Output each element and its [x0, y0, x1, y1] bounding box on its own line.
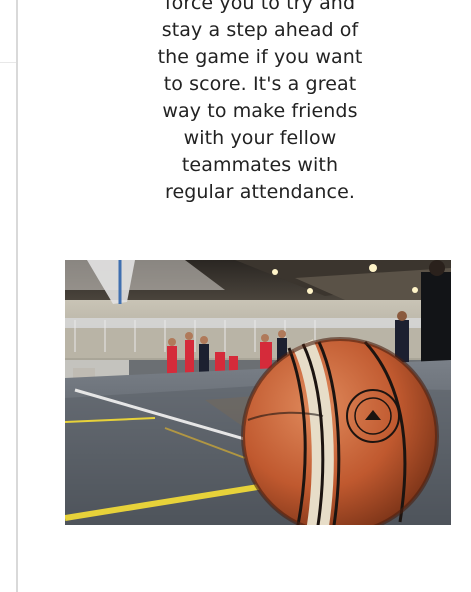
basketball	[241, 337, 439, 525]
paragraph-line: force you to try and	[164, 0, 356, 14]
basketball-photo-illustration	[65, 260, 451, 525]
article-paragraph: force you to try and stay a step ahead o…	[150, 0, 370, 206]
vertical-divider	[16, 0, 18, 592]
ceiling-light	[272, 269, 278, 275]
page: force you to try and stay a step ahead o…	[0, 0, 471, 592]
ceiling-light	[412, 287, 418, 293]
basketball-photo	[65, 260, 451, 525]
paragraph-line: way to make friends	[162, 100, 358, 122]
ceiling-light	[307, 288, 313, 294]
ceiling-light	[369, 264, 377, 272]
paragraph-line: with your fellow	[183, 127, 337, 149]
paragraph-line: teammates with	[181, 154, 339, 176]
paragraph-line: to score. It's a great	[163, 73, 357, 95]
paragraph-line: regular attendance.	[164, 181, 356, 203]
left-panel	[0, 0, 16, 592]
panel-divider	[0, 62, 16, 63]
paragraph-line: the game if you want	[157, 46, 363, 68]
paragraph-line: stay a step ahead of	[161, 19, 359, 41]
